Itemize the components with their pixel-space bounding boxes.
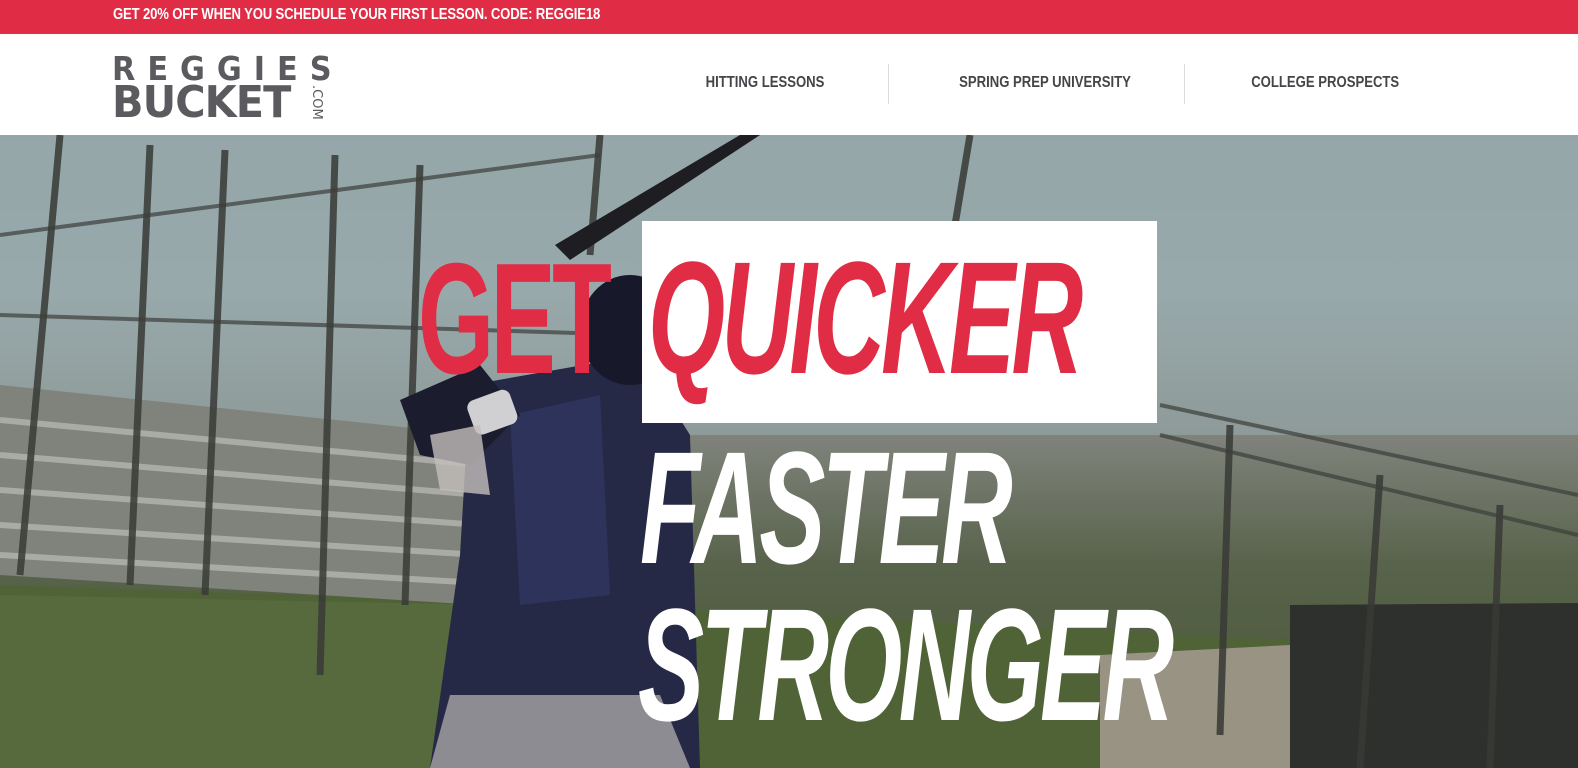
nav-divider [1184,64,1185,104]
headline-quicker: QUICKER [648,228,1083,407]
promo-banner: GET 20% OFF WHEN YOU SCHEDULE YOUR FIRST… [0,0,1578,34]
nav-spring-prep-university[interactable]: SPRING PREP UNIVERSITY [959,74,1131,96]
nav-divider [888,64,889,104]
headline-faster: FASTER [640,418,1013,597]
site-header: REGGIES BUCKET .COM HITTING LESSONS SPRI… [0,34,1578,135]
nav-college-prospects[interactable]: COLLEGE PROSPECTS [1251,74,1399,96]
headline-get: GET [418,231,612,407]
main-nav: HITTING LESSONS SPRING PREP UNIVERSITY C… [0,34,1578,135]
headline-stronger: STRONGER [638,575,1174,754]
hero-section: GET QUICKER FASTER STRONGER [0,135,1578,768]
nav-hitting-lessons[interactable]: HITTING LESSONS [695,74,834,96]
promo-text: GET 20% OFF WHEN YOU SCHEDULE YOUR FIRST… [113,6,601,23]
